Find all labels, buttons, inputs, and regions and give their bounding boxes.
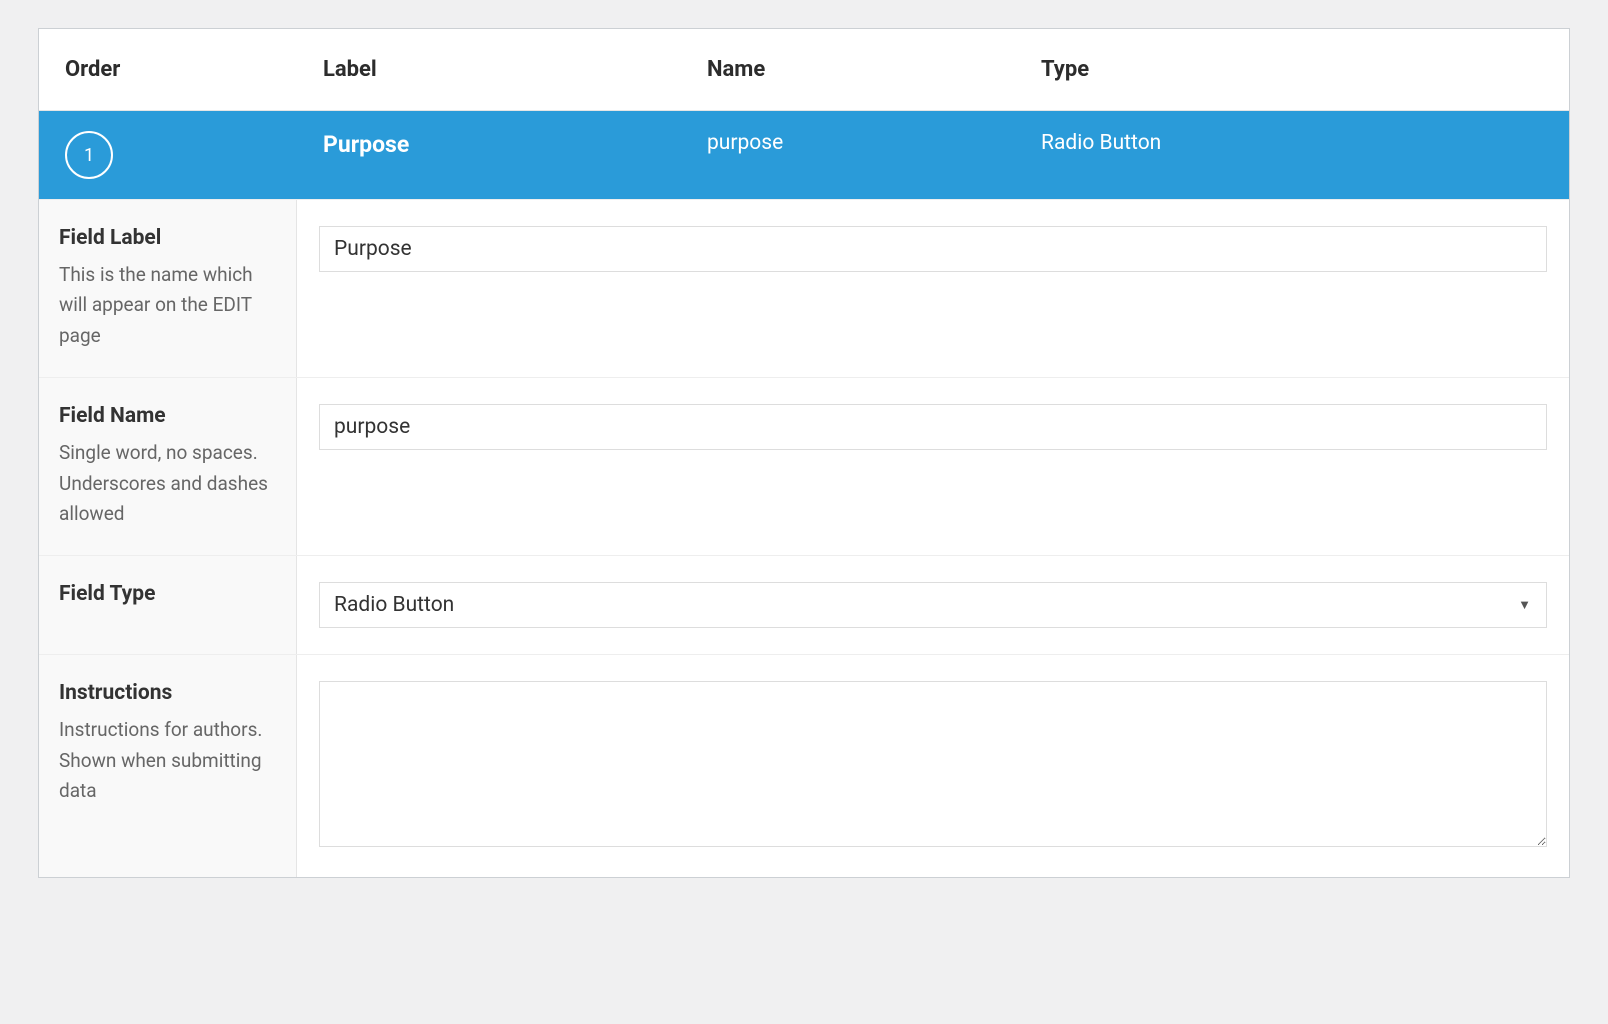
- header-name: Name: [681, 29, 1015, 110]
- setting-row-field-name: Field Name Single word, no spaces. Under…: [39, 377, 1569, 555]
- setting-title: Instructions: [59, 681, 274, 705]
- setting-label-cell: Instructions Instructions for authors. S…: [39, 655, 297, 877]
- header-type: Type: [1015, 29, 1569, 110]
- setting-label-cell: Field Name Single word, no spaces. Under…: [39, 378, 297, 555]
- select-wrap: Radio Button: [319, 582, 1547, 628]
- field-group-panel: Order Label Name Type 1 Purpose purpose …: [38, 28, 1570, 878]
- order-badge: 1: [65, 131, 113, 179]
- setting-row-field-type: Field Type Radio Button: [39, 555, 1569, 654]
- setting-label-cell: Field Label This is the name which will …: [39, 200, 297, 377]
- setting-title: Field Type: [59, 582, 274, 606]
- setting-input-cell: Radio Button: [297, 556, 1569, 654]
- field-type-select[interactable]: Radio Button: [319, 582, 1547, 628]
- header-order: Order: [39, 29, 297, 110]
- fields-header-row: Order Label Name Type: [39, 29, 1569, 111]
- setting-input-cell: [297, 200, 1569, 377]
- instructions-textarea[interactable]: [319, 681, 1547, 847]
- setting-row-field-label: Field Label This is the name which will …: [39, 199, 1569, 377]
- field-row-active[interactable]: 1 Purpose purpose Radio Button: [39, 111, 1569, 199]
- field-name-cell: purpose: [681, 131, 1015, 155]
- setting-desc: Single word, no spaces. Underscores and …: [59, 438, 274, 529]
- field-name-input[interactable]: [319, 404, 1547, 450]
- setting-desc: Instructions for authors. Shown when sub…: [59, 715, 274, 806]
- field-type-cell: Radio Button: [1015, 131, 1569, 155]
- setting-desc: This is the name which will appear on th…: [59, 260, 274, 351]
- setting-row-instructions: Instructions Instructions for authors. S…: [39, 654, 1569, 877]
- header-label: Label: [297, 29, 681, 110]
- field-label-cell: Purpose: [297, 131, 681, 158]
- field-label-input[interactable]: [319, 226, 1547, 272]
- setting-title: Field Label: [59, 226, 274, 250]
- setting-label-cell: Field Type: [39, 556, 297, 654]
- setting-input-cell: [297, 655, 1569, 877]
- setting-input-cell: [297, 378, 1569, 555]
- field-order-cell: 1: [39, 131, 297, 179]
- setting-title: Field Name: [59, 404, 274, 428]
